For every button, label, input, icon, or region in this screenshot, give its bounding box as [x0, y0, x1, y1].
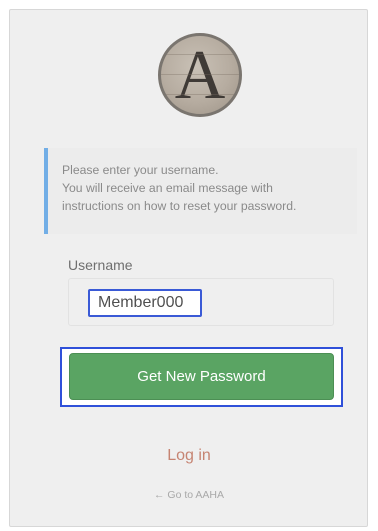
notice-line: instructions on how to reset your passwo…: [62, 199, 297, 213]
site-logo: A: [158, 33, 242, 117]
username-label: Username: [68, 257, 133, 273]
logo-wood-grain: [161, 54, 239, 55]
logo-letter: A: [174, 37, 226, 114]
notice-line: You will receive an email message with: [62, 181, 273, 195]
logo-wood-grain: [161, 94, 239, 95]
logo-wood-grain: [161, 74, 239, 75]
instructions-notice: Please enter your username. You will rec…: [44, 148, 357, 234]
login-link[interactable]: Log in: [0, 447, 378, 465]
notice-line: Please enter your username.: [62, 163, 219, 177]
get-new-password-button[interactable]: Get New Password: [69, 353, 334, 400]
back-to-site-link[interactable]: ← Go to AAHA: [0, 489, 378, 501]
username-input[interactable]: Member000: [88, 289, 202, 317]
